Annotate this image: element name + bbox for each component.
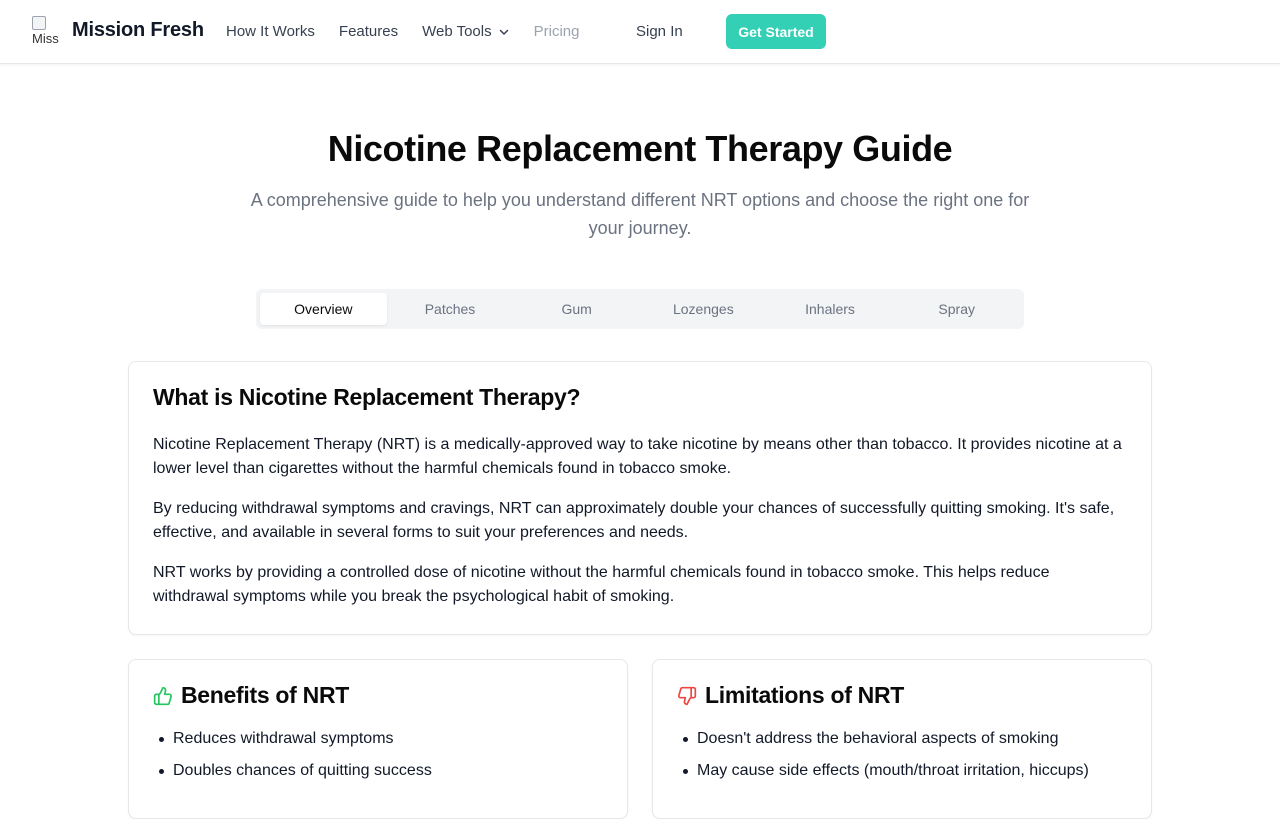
overview-paragraph: By reducing withdrawal symptoms and crav… xyxy=(153,500,1115,541)
limitations-card: Limitations of NRT Doesn't address the b… xyxy=(652,659,1152,819)
thumbs-down-icon xyxy=(678,686,697,705)
nav-pricing[interactable]: Pricing xyxy=(534,23,580,40)
tab-spray[interactable]: Spray xyxy=(893,293,1020,325)
list-item: Doesn't address the behavioral aspects o… xyxy=(677,727,1127,751)
tab-patches[interactable]: Patches xyxy=(387,293,514,325)
tab-gum[interactable]: Gum xyxy=(513,293,640,325)
nav-features[interactable]: Features xyxy=(339,23,398,40)
benefits-heading: Benefits of NRT xyxy=(181,682,350,708)
nav-web-tools[interactable]: Web Tools xyxy=(422,23,510,40)
brand-name[interactable]: Mission Fresh xyxy=(72,19,204,42)
page-subtitle: A comprehensive guide to help you unders… xyxy=(250,190,1030,238)
limitations-heading-row: Limitations of NRT xyxy=(677,682,1127,709)
limitations-list: Doesn't address the behavioral aspects o… xyxy=(677,727,1127,783)
tab-inhalers[interactable]: Inhalers xyxy=(767,293,894,325)
get-started-button[interactable]: Get Started xyxy=(726,14,826,49)
list-item: May cause side effects (mouth/throat irr… xyxy=(677,759,1127,783)
main-nav: How It Works Features Web Tools Pricing xyxy=(226,23,603,40)
overview-heading: What is Nicotine Replacement Therapy? xyxy=(153,384,581,410)
benefits-heading-row: Benefits of NRT xyxy=(153,682,603,709)
page-title: Nicotine Replacement Therapy Guide xyxy=(327,128,953,169)
tab-overview[interactable]: Overview xyxy=(260,293,387,325)
logo-alt-text: Miss xyxy=(32,31,59,46)
nav-how-it-works[interactable]: How It Works xyxy=(226,23,315,40)
benefits-list: Reduces withdrawal symptoms Doubles chan… xyxy=(153,727,603,783)
list-item: Doubles chances of quitting success xyxy=(153,759,603,783)
overview-card: What is Nicotine Replacement Therapy? Ni… xyxy=(128,361,1152,635)
logo-image[interactable]: Miss xyxy=(32,16,64,48)
tab-lozenges[interactable]: Lozenges xyxy=(640,293,767,325)
limitations-heading: Limitations of NRT xyxy=(705,682,905,708)
nrt-tabs: Overview Patches Gum Lozenges Inhalers S… xyxy=(256,289,1024,329)
nav-web-tools-label: Web Tools xyxy=(422,23,492,40)
site-header: Miss Mission Fresh How It Works Features… xyxy=(0,0,1280,64)
benefits-card: Benefits of NRT Reduces withdrawal sympt… xyxy=(128,659,628,819)
overview-paragraph: Nicotine Replacement Therapy (NRT) is a … xyxy=(153,436,1122,477)
list-item: Reduces withdrawal symptoms xyxy=(153,727,603,751)
thumbs-up-icon xyxy=(153,686,172,705)
overview-paragraph: NRT works by providing a controlled dose… xyxy=(153,564,1050,605)
sign-in-link[interactable]: Sign In xyxy=(636,23,683,40)
broken-image-icon xyxy=(32,16,46,30)
chevron-down-icon xyxy=(499,29,508,35)
